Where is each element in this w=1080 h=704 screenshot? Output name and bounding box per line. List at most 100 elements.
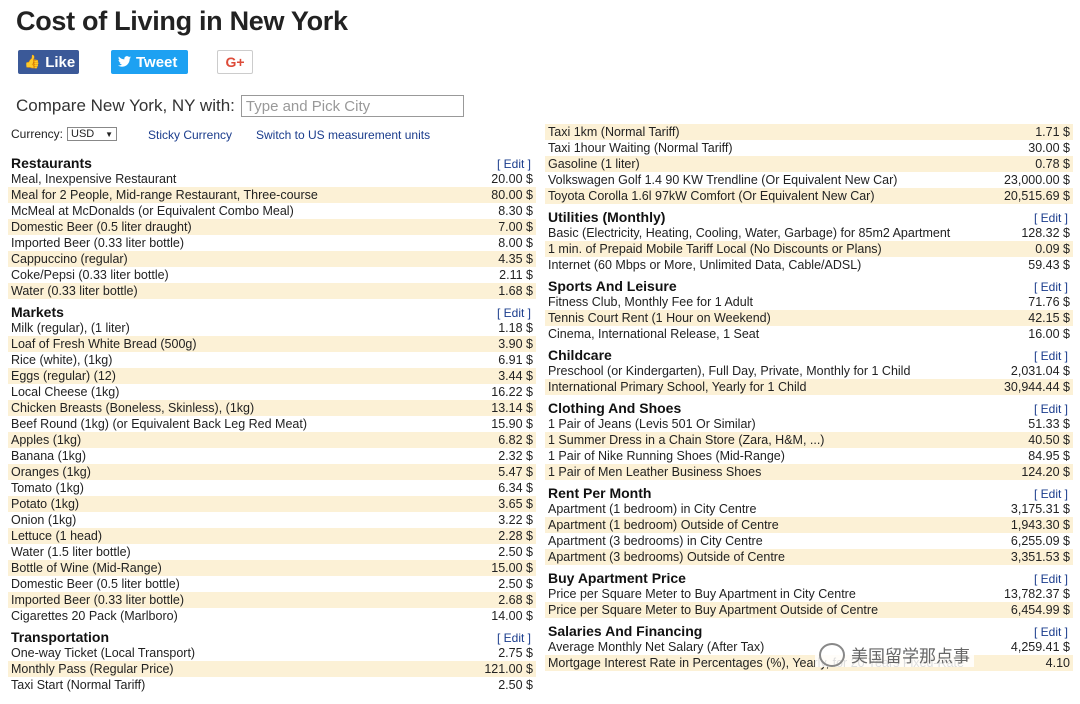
- item-price: 3.44 $: [498, 369, 533, 383]
- item-price: 2.75 $: [498, 646, 533, 660]
- price-row: Gasoline (1 liter) 0.78 $: [545, 156, 1073, 172]
- item-label: Eggs (regular) (12): [11, 369, 116, 383]
- switch-units-link[interactable]: Switch to US measurement units: [256, 128, 430, 142]
- edit-link[interactable]: [ Edit ]: [1034, 487, 1068, 501]
- price-row: Price per Square Meter to Buy Apartment …: [545, 586, 1073, 602]
- price-row: Apartment (3 bedrooms) in City Centre 6,2…: [545, 533, 1073, 549]
- item-label: Loaf of Fresh White Bread (500g): [11, 337, 197, 351]
- edit-link[interactable]: [ Edit ]: [1034, 625, 1068, 639]
- item-label: Gasoline (1 liter): [548, 157, 640, 171]
- category-title: Childcare: [548, 347, 612, 363]
- item-price: 121.00 $: [484, 662, 533, 676]
- compare-label: Compare New York, NY with:: [16, 96, 235, 115]
- item-label: Cinema, International Release, 1 Seat: [548, 327, 760, 341]
- price-row: Meal for 2 People, Mid-range Restaurant,…: [8, 187, 536, 203]
- price-row: Meal, Inexpensive Restaurant 20.00 $: [8, 171, 536, 187]
- price-row: Price per Square Meter to Buy Apartment …: [545, 602, 1073, 618]
- category-header: Restaurants [ Edit ]: [8, 151, 536, 171]
- category-header: Clothing And Shoes [ Edit ]: [545, 396, 1073, 416]
- price-row: Monthly Pass (Regular Price) 121.00 $: [8, 661, 536, 677]
- price-row: Fitness Club, Monthly Fee for 1 Adult 71.…: [545, 294, 1073, 310]
- item-label: Coke/Pepsi (0.33 liter bottle): [11, 268, 169, 282]
- item-price: 80.00 $: [491, 188, 533, 202]
- item-label: Taxi Start (Normal Tariff): [11, 678, 146, 692]
- item-label: Water (0.33 liter bottle): [11, 284, 138, 298]
- item-price: 23,000.00 $: [1003, 173, 1070, 187]
- category-header: Salaries And Financing [ Edit ]: [545, 619, 1073, 639]
- item-label: One-way Ticket (Local Transport): [11, 646, 196, 660]
- price-row: Taxi 1hour Waiting (Normal Tariff) 30.00 …: [545, 140, 1073, 156]
- price-row: Apartment (3 bedrooms) Outside of Centre…: [545, 549, 1073, 565]
- category-header: Markets [ Edit ]: [8, 300, 536, 320]
- item-price: 13,782.37 $: [1003, 587, 1070, 601]
- price-row: Cinema, International Release, 1 Seat 16.…: [545, 326, 1073, 342]
- item-price: 42.15 $: [1028, 311, 1070, 325]
- edit-link[interactable]: [ Edit ]: [497, 157, 531, 171]
- item-price: 2.50 $: [498, 545, 533, 559]
- item-price: 30,944.44 $: [1003, 380, 1070, 394]
- price-row: Imported Beer (0.33 liter bottle) 2.68 $: [8, 592, 536, 608]
- item-label: Lettuce (1 head): [11, 529, 103, 543]
- page-title: Cost of Living in New York: [16, 6, 348, 36]
- item-label: Price per Square Meter to Buy Apartment …: [548, 603, 879, 617]
- currency-value: USD: [71, 128, 95, 140]
- currency-control: Currency: USD ▼: [11, 127, 118, 141]
- price-row: Imported Beer (0.33 liter bottle) 8.00 $: [8, 235, 536, 251]
- edit-link[interactable]: [ Edit ]: [1034, 572, 1068, 586]
- currency-select[interactable]: USD ▼: [67, 127, 118, 141]
- item-label: Water (1.5 liter bottle): [11, 545, 131, 559]
- price-row: Volkswagen Golf 1.4 90 KW Trendline (Or …: [545, 172, 1073, 188]
- price-row: Internet (60 Mbps or More, Unlimited Dat…: [545, 257, 1073, 273]
- price-row: Domestic Beer (0.5 liter bottle) 2.50 $: [8, 576, 536, 592]
- edit-link[interactable]: [ Edit ]: [497, 306, 531, 320]
- item-label: McMeal at McDonalds (or Equivalent Combo…: [11, 204, 294, 218]
- edit-link[interactable]: [ Edit ]: [497, 631, 531, 645]
- google-plus-label: G+: [225, 54, 245, 70]
- item-label: 1 Pair of Jeans (Levis 501 Or Similar): [548, 417, 756, 431]
- price-row: Coke/Pepsi (0.33 liter bottle) 2.11 $: [8, 267, 536, 283]
- category-title: Markets: [11, 304, 64, 320]
- item-label: Basic (Electricity, Heating, Cooling, Wa…: [548, 226, 951, 240]
- price-row: Beef Round (1kg) (or Equivalent Back Leg…: [8, 416, 536, 432]
- thumbs-up-icon: 👍: [24, 54, 41, 69]
- edit-link[interactable]: [ Edit ]: [1034, 402, 1068, 416]
- currency-label: Currency:: [11, 127, 64, 141]
- price-row: Apartment (1 bedroom) in City Centre 3,17…: [545, 501, 1073, 517]
- item-price: 1,943.30 $: [1010, 518, 1070, 532]
- price-row: Cigarettes 20 Pack (Marlboro) 14.00 $: [8, 608, 536, 624]
- price-row: Milk (regular), (1 liter) 1.18 $: [8, 320, 536, 336]
- price-row: Water (1.5 liter bottle) 2.50 $: [8, 544, 536, 560]
- facebook-like-button[interactable]: 👍 Like: [18, 50, 79, 74]
- item-label: Fitness Club, Monthly Fee for 1 Adult: [548, 295, 753, 309]
- item-label: Apartment (3 bedrooms) in City Centre: [548, 534, 763, 548]
- price-row: One-way Ticket (Local Transport) 2.75 $: [8, 645, 536, 661]
- price-row: Apples (1kg) 6.82 $: [8, 432, 536, 448]
- sticky-currency-link[interactable]: Sticky Currency: [148, 128, 232, 142]
- compare-city-input[interactable]: [240, 95, 464, 117]
- item-price: 15.90 $: [491, 417, 533, 431]
- edit-link[interactable]: [ Edit ]: [1034, 211, 1068, 225]
- category-title: Transportation: [11, 629, 110, 645]
- edit-link[interactable]: [ Edit ]: [1034, 280, 1068, 294]
- item-price: 4.10: [1045, 656, 1070, 670]
- item-price: 16.00 $: [1028, 327, 1070, 341]
- price-row: Chicken Breasts (Boneless, Skinless), (1…: [8, 400, 536, 416]
- item-label: Tomato (1kg): [11, 481, 84, 495]
- item-price: 3,175.31 $: [1010, 502, 1070, 516]
- item-label: Apartment (1 bedroom) Outside of Centre: [548, 518, 779, 532]
- item-price: 124.20 $: [1021, 465, 1070, 479]
- item-label: 1 Pair of Nike Running Shoes (Mid-Range): [548, 449, 785, 463]
- price-row: McMeal at McDonalds (or Equivalent Combo…: [8, 203, 536, 219]
- item-price: 59.43 $: [1028, 258, 1070, 272]
- item-price: 20.00 $: [491, 172, 533, 186]
- edit-link[interactable]: [ Edit ]: [1034, 349, 1068, 363]
- price-row: Tomato (1kg) 6.34 $: [8, 480, 536, 496]
- tweet-label: Tweet: [136, 53, 178, 71]
- price-row: Cappuccino (regular) 4.35 $: [8, 251, 536, 267]
- item-label: Tennis Court Rent (1 Hour on Weekend): [548, 311, 771, 325]
- item-label: Local Cheese (1kg): [11, 385, 120, 399]
- google-plus-button[interactable]: G+: [217, 50, 253, 74]
- item-label: Bottle of Wine (Mid-Range): [11, 561, 162, 575]
- tweet-button[interactable]: Tweet: [111, 50, 188, 74]
- category-header: Transportation [ Edit ]: [8, 625, 536, 645]
